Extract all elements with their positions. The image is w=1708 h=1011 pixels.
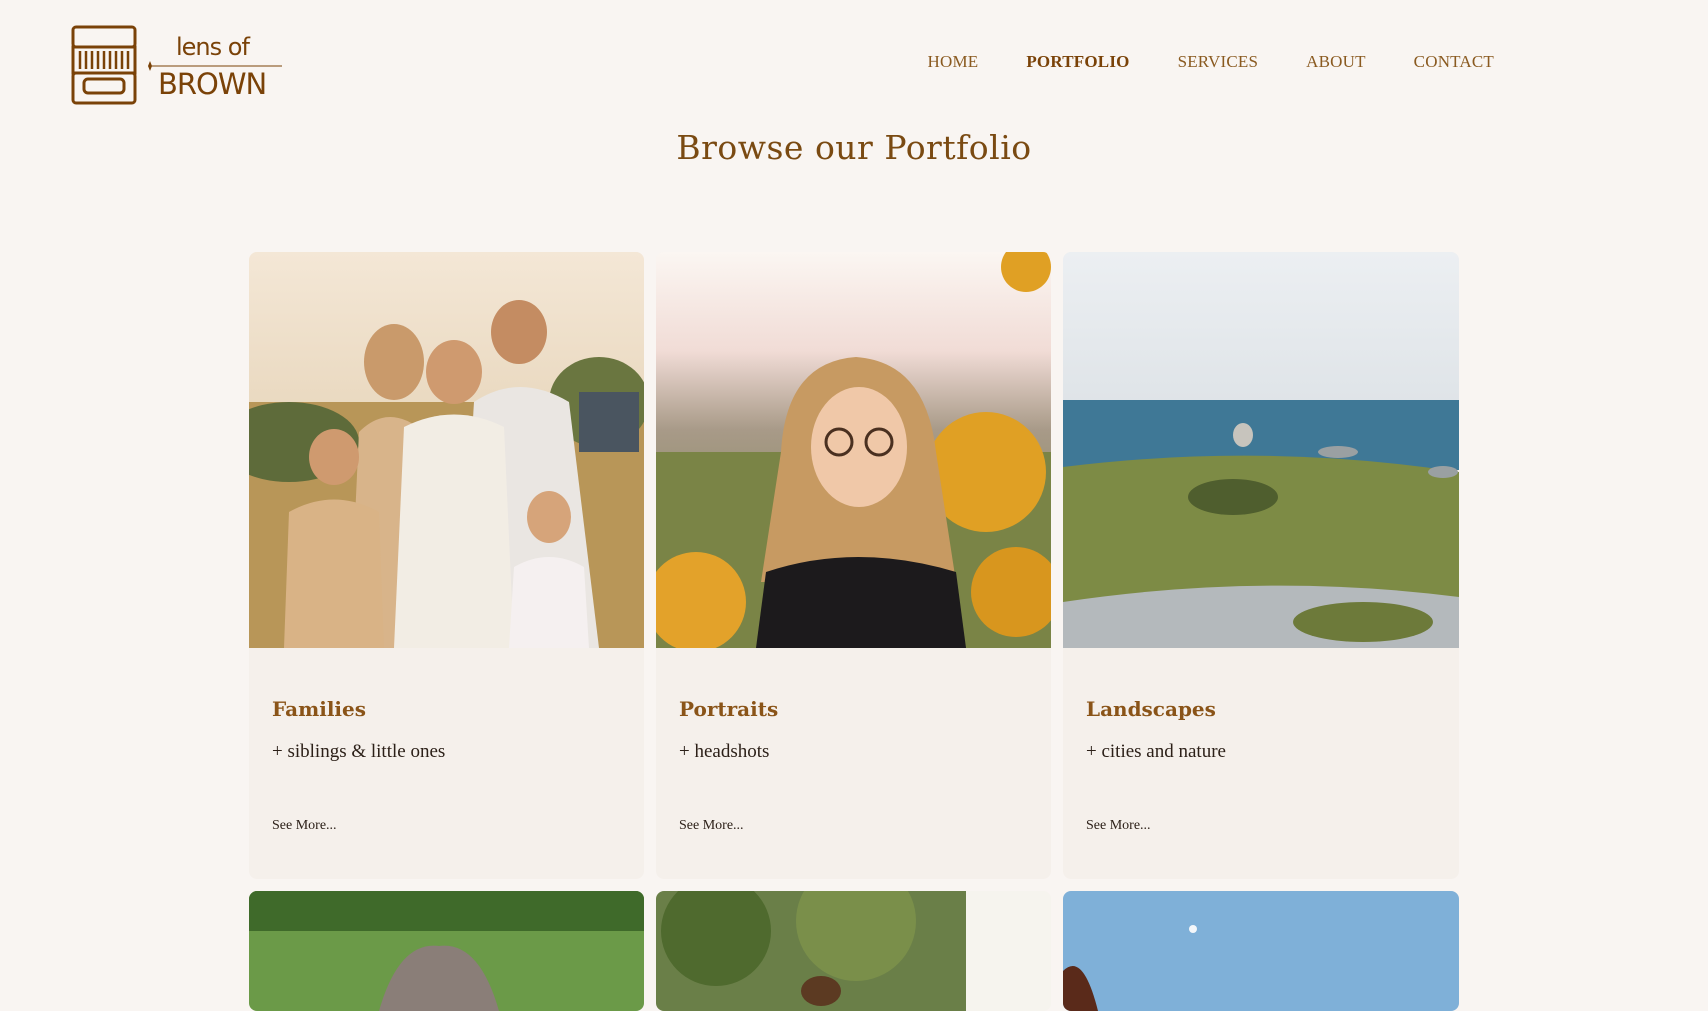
card-subtitle: + siblings & little ones xyxy=(272,741,446,762)
see-more-link[interactable]: See More... xyxy=(272,818,337,834)
portfolio-card-families[interactable]: Families + siblings & little ones See Mo… xyxy=(249,252,644,879)
forest-photo xyxy=(656,891,1051,1011)
card-subtitle: + headshots xyxy=(679,741,770,762)
card-title: Portraits xyxy=(679,697,779,721)
card-title: Families xyxy=(272,697,367,721)
site-header: lens of BROWN HOME PORTFOLIO SERVICES AB… xyxy=(0,0,1708,167)
site-logo[interactable]: lens of BROWN xyxy=(70,25,290,107)
main-nav: HOME PORTFOLIO SERVICES ABOUT CONTACT xyxy=(927,52,1494,72)
see-more-link[interactable]: See More... xyxy=(679,818,744,834)
nav-home[interactable]: HOME xyxy=(927,52,978,72)
portfolio-card-portraits[interactable]: Portraits + headshots See More... xyxy=(656,252,1051,879)
page-title: Browse our Portfolio xyxy=(676,128,1032,167)
portfolio-grid: Families + siblings & little ones See Mo… xyxy=(249,252,1459,1011)
nav-services[interactable]: SERVICES xyxy=(1178,52,1259,72)
nav-about[interactable]: ABOUT xyxy=(1306,52,1366,72)
animal-photo xyxy=(249,891,644,1011)
landscapes-photo xyxy=(1063,252,1459,648)
portfolio-card-landscapes[interactable]: Landscapes + cities and nature See More.… xyxy=(1063,252,1459,879)
card-subtitle: + cities and nature xyxy=(1086,741,1226,762)
portfolio-card-row2-1[interactable] xyxy=(249,891,644,1011)
brand-line-1: lens of xyxy=(176,33,250,61)
portfolio-card-row2-2[interactable] xyxy=(656,891,1051,1011)
portfolio-card-row2-3[interactable] xyxy=(1063,891,1459,1011)
nav-contact[interactable]: CONTACT xyxy=(1414,52,1494,72)
sky-photo xyxy=(1063,891,1459,1011)
brand-line-2: BROWN xyxy=(158,67,267,101)
nav-portfolio[interactable]: PORTFOLIO xyxy=(1026,52,1129,72)
card-title: Landscapes xyxy=(1086,697,1216,721)
portraits-photo xyxy=(656,252,1051,648)
families-photo xyxy=(249,252,644,648)
see-more-link[interactable]: See More... xyxy=(1086,818,1151,834)
